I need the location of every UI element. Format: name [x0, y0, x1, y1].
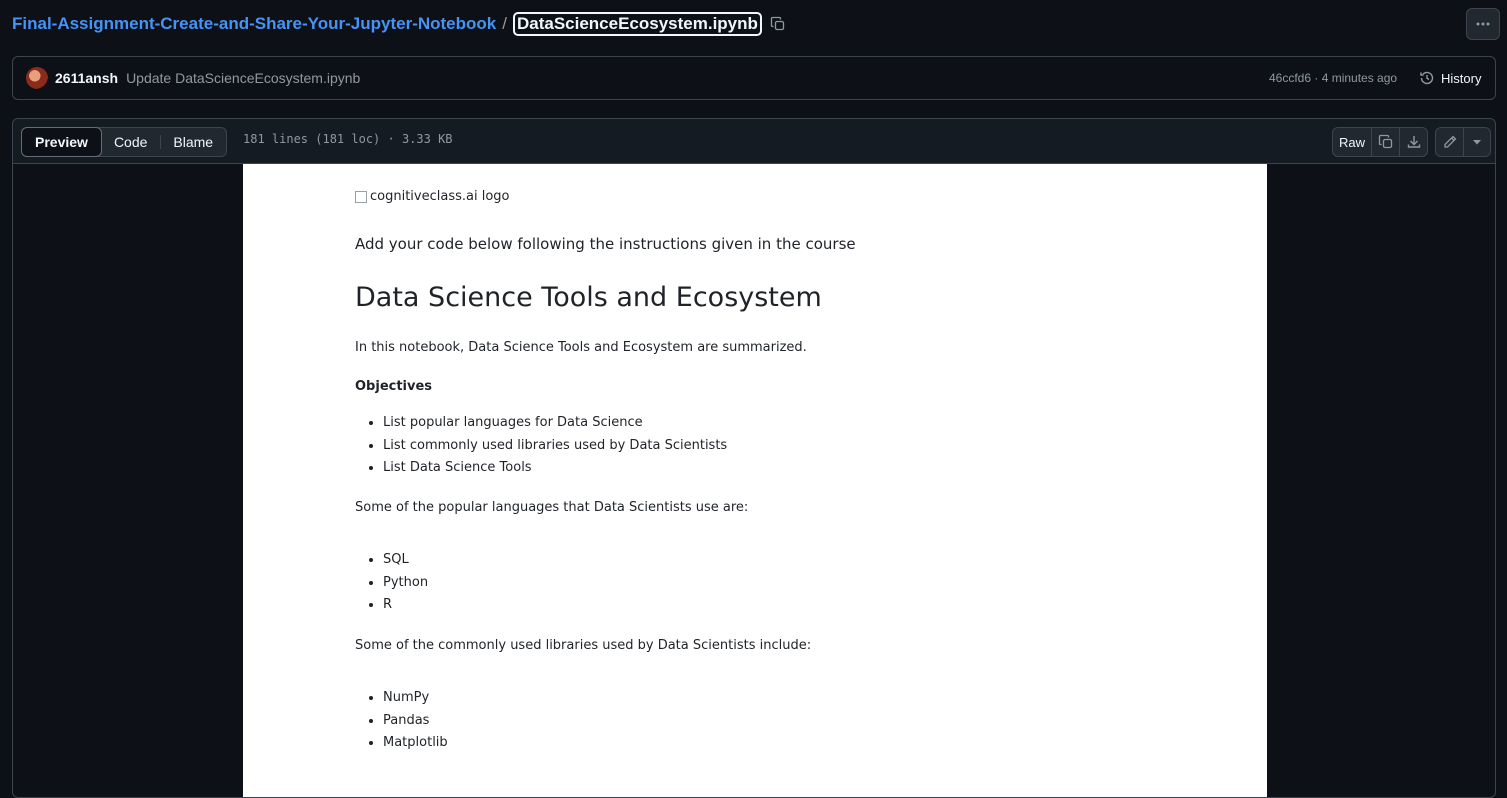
breadcrumb: Final-Assignment-Create-and-Share-Your-J…	[12, 12, 786, 36]
history-button[interactable]: History	[1419, 57, 1481, 99]
triangle-down-icon	[1472, 137, 1482, 147]
list-item: R	[383, 594, 428, 617]
pencil-icon	[1442, 134, 1458, 150]
edit-actions-group	[1435, 127, 1491, 157]
download-button[interactable]	[1399, 128, 1427, 156]
file-viewer: Preview Code Blame 181 lines (181 loc) ·…	[12, 118, 1496, 798]
list-item: List commonly used libraries used by Dat…	[383, 435, 727, 458]
tab-preview[interactable]: Preview	[21, 127, 102, 157]
breadcrumb-separator: /	[502, 14, 507, 33]
objectives-list: List popular languages for Data Science …	[355, 412, 727, 480]
broken-image-icon	[355, 190, 367, 203]
languages-intro: Some of the popular languages that Data …	[355, 500, 749, 515]
view-mode-switcher: Preview Code Blame	[21, 127, 228, 157]
latest-commit-bar: 2611ansh Update DataScienceEcosystem.ipy…	[12, 56, 1496, 100]
repo-link[interactable]: Final-Assignment-Create-and-Share-Your-J…	[12, 14, 496, 34]
raw-label: Raw	[1339, 134, 1366, 150]
tab-label: Preview	[35, 134, 88, 150]
commit-author[interactable]: 2611ansh	[55, 70, 118, 86]
file-info: 181 lines (181 loc) · 3.33 KB	[243, 132, 453, 146]
list-item: List Data Science Tools	[383, 457, 727, 480]
file-name: DataScienceEcosystem.ipynb	[512, 12, 762, 36]
tab-code[interactable]: Code	[101, 128, 160, 156]
languages-list: SQL Python R	[355, 549, 428, 617]
avatar[interactable]	[26, 67, 48, 89]
download-icon	[1406, 134, 1422, 150]
list-item: Python	[383, 572, 428, 595]
objectives-heading: Objectives	[355, 379, 433, 394]
history-icon	[1419, 70, 1435, 86]
commit-meta[interactable]: 46ccfd6 · 4 minutes ago	[1269, 57, 1397, 99]
notebook-preview: cognitiveclass.ai logo Add your code bel…	[243, 164, 1267, 797]
copy-icon	[1378, 134, 1394, 150]
raw-actions-group: Raw	[1332, 127, 1428, 157]
kebab-horizontal-icon	[1475, 16, 1491, 32]
logo-alt-text: cognitiveclass.ai logo	[370, 189, 510, 204]
notebook-title: Data Science Tools and Ecosystem	[355, 282, 822, 313]
raw-button[interactable]: Raw	[1333, 128, 1371, 156]
list-item: NumPy	[383, 687, 448, 710]
intro-text: Add your code below following the instru…	[355, 235, 856, 253]
list-item: List popular languages for Data Science	[383, 412, 727, 435]
copy-icon[interactable]	[770, 16, 786, 32]
edit-dropdown-button[interactable]	[1463, 128, 1490, 156]
libraries-list: NumPy Pandas Matplotlib	[355, 687, 448, 755]
summary-text: In this notebook, Data Science Tools and…	[355, 340, 807, 355]
list-item: Matplotlib	[383, 732, 448, 755]
list-item: SQL	[383, 549, 428, 572]
file-header: Preview Code Blame 181 lines (181 loc) ·…	[13, 119, 1495, 164]
commit-message[interactable]: Update DataScienceEcosystem.ipynb	[126, 70, 360, 86]
more-options-button[interactable]	[1466, 8, 1500, 40]
tab-label: Blame	[173, 134, 214, 150]
copy-raw-button[interactable]	[1371, 128, 1399, 156]
libraries-intro: Some of the commonly used libraries used…	[355, 638, 812, 653]
tab-label: Code	[113, 134, 148, 150]
logo-image: cognitiveclass.ai logo	[355, 189, 510, 204]
history-label: History	[1441, 70, 1482, 86]
list-item: Pandas	[383, 710, 448, 733]
tab-blame[interactable]: Blame	[160, 128, 226, 156]
edit-button[interactable]	[1436, 128, 1463, 156]
